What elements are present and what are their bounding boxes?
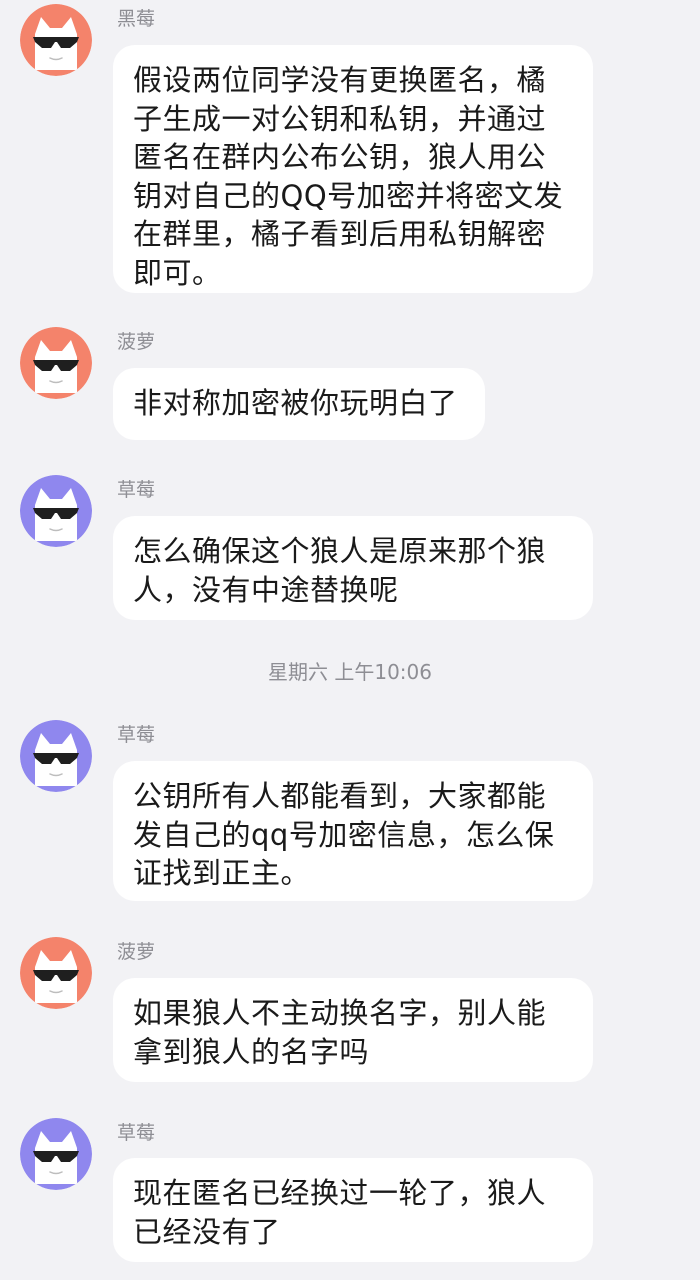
avatar[interactable] xyxy=(20,937,92,1009)
sender-name: 菠萝 xyxy=(117,331,156,353)
sender-name: 草莓 xyxy=(117,479,156,501)
message-bubble[interactable]: 公钥所有人都能看到，大家都能发自己的qq号加密信息，怎么保证找到正主。 xyxy=(113,761,593,901)
cat-sunglasses-icon xyxy=(20,475,92,547)
avatar[interactable] xyxy=(20,4,92,76)
sender-name: 黑莓 xyxy=(117,8,156,30)
message-bubble[interactable]: 怎么确保这个狼人是原来那个狼人，没有中途替换呢 xyxy=(113,516,593,620)
sender-name: 草莓 xyxy=(117,724,156,746)
avatar[interactable] xyxy=(20,720,92,792)
avatar[interactable] xyxy=(20,475,92,547)
message-bubble[interactable]: 现在匿名已经换过一轮了，狼人已经没有了 xyxy=(113,1158,593,1262)
cat-sunglasses-icon xyxy=(20,4,92,76)
message-bubble[interactable]: 非对称加密被你玩明白了 xyxy=(113,368,485,440)
sender-name: 草莓 xyxy=(117,1122,156,1144)
avatar[interactable] xyxy=(20,1118,92,1190)
cat-sunglasses-icon xyxy=(20,720,92,792)
cat-sunglasses-icon xyxy=(20,327,92,399)
sender-name: 菠萝 xyxy=(117,941,156,963)
cat-sunglasses-icon xyxy=(20,937,92,1009)
message-bubble[interactable]: 如果狼人不主动换名字，别人能拿到狼人的名字吗 xyxy=(113,978,593,1082)
chat-message-list[interactable]: 黑莓 假设两位同学没有更换匿名，橘子生成一对公钥和私钥，并通过匿名在群内公布公钥… xyxy=(0,0,700,1280)
avatar[interactable] xyxy=(20,327,92,399)
cat-sunglasses-icon xyxy=(20,1118,92,1190)
time-divider: 星期六 上午10:06 xyxy=(268,660,432,684)
message-bubble[interactable]: 假设两位同学没有更换匿名，橘子生成一对公钥和私钥，并通过匿名在群内公布公钥，狼人… xyxy=(113,45,593,293)
